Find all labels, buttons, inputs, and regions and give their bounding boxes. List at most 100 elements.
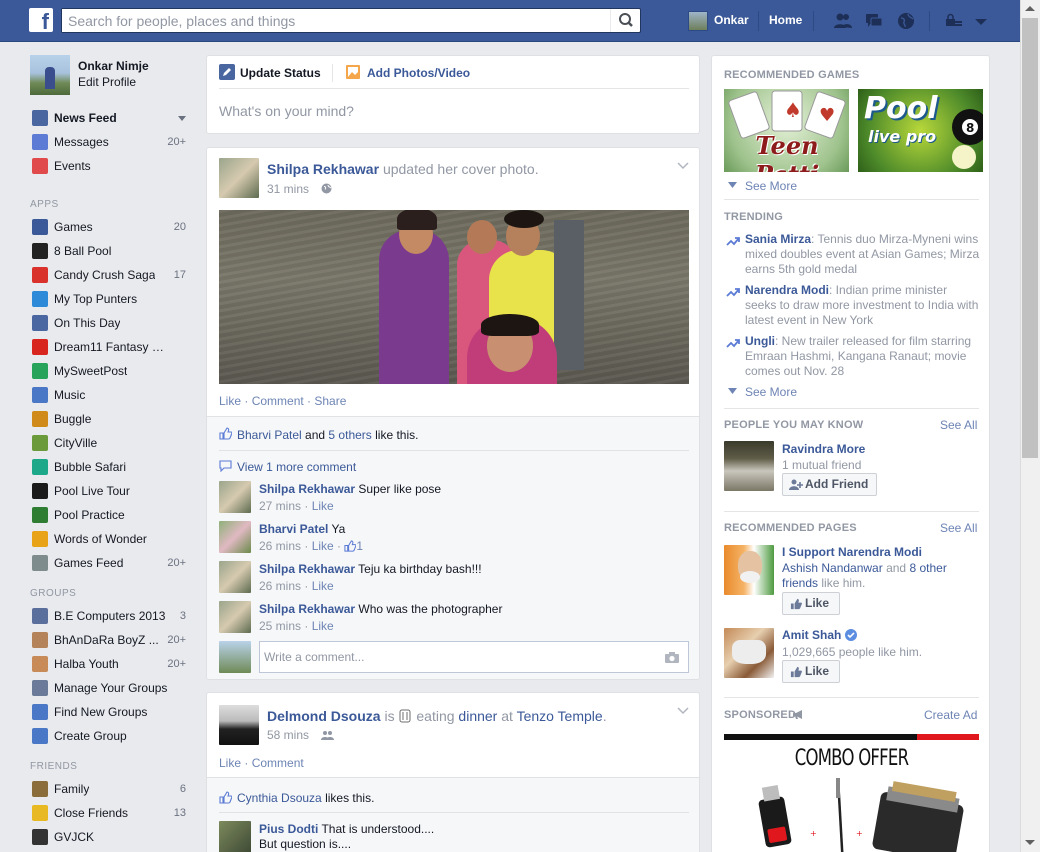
comment-timestamp[interactable]: 25 mins [259,619,301,633]
commenter-name[interactable]: Shilpa Rekhawar [259,482,355,496]
commenter-avatar[interactable] [219,561,251,593]
see-all-people-link[interactable]: See All [940,418,977,432]
pool-live-pro-game-tile[interactable]: Pool live pro 8 [858,89,983,172]
liker-name[interactable]: Cynthia Dsouza [237,791,322,805]
sidebar-item[interactable]: Candy Crush Saga 17 [30,265,190,285]
sidebar-item[interactable]: Family 6 [30,779,190,799]
story-timestamp[interactable]: 58 mins [267,728,309,742]
sidebar-item[interactable]: Events [30,156,190,176]
author-name[interactable]: Shilpa Rekhawar [267,161,379,177]
trending-topic[interactable]: Sania Mirza [745,232,811,246]
comment-timestamp[interactable]: 27 mins [259,499,301,513]
profile-link[interactable]: Onkar [714,13,749,27]
commenter-avatar[interactable] [219,601,251,633]
news-feed-options-arrow-icon[interactable] [178,116,186,121]
page-name[interactable]: I Support Narendra Modi [782,545,922,559]
scroll-down-arrow[interactable] [1025,840,1035,845]
share-link[interactable]: Share [314,394,346,408]
comment-like-link[interactable]: Like [312,619,334,633]
settings-dropdown-icon[interactable] [971,11,991,31]
scrollbar-thumb[interactable] [1022,18,1038,458]
suggested-friend-name[interactable]: Ravindra More [782,442,865,456]
sponsored-ad-image[interactable]: COMBO OFFER + + [724,734,979,852]
like-link[interactable]: Like [219,756,241,770]
scroll-up-arrow[interactable] [1025,6,1035,11]
comment-link[interactable]: Comment [252,756,304,770]
cover-photo[interactable] [219,210,689,384]
see-all-pages-link[interactable]: See All [940,521,977,535]
comment-like-link[interactable]: Like [312,499,334,513]
add-photos-tab[interactable]: Add Photos/Video [367,66,470,80]
facebook-logo[interactable]: f [29,8,53,32]
sidebar-item[interactable]: Create Group [30,726,190,746]
like-link[interactable]: Like [219,394,241,408]
notifications-globe-icon[interactable] [896,11,916,31]
like-page-button[interactable]: Like [782,660,840,683]
page-friend-name[interactable]: Ashish Nandanwar [782,561,883,575]
messages-icon[interactable] [864,11,884,31]
sidebar-item[interactable]: On This Day [30,313,190,333]
user-avatar[interactable] [688,11,708,31]
create-ad-link[interactable]: Create Ad [924,708,977,722]
sidebar-item[interactable]: 8 Ball Pool [30,241,190,261]
comment-like-count[interactable]: 1 [356,539,363,553]
trending-item[interactable]: Narendra Modi: Indian prime minister see… [745,283,980,328]
commenter-name[interactable]: Shilpa Rekhawar [259,562,355,576]
commenter-name[interactable]: Bharvi Patel [259,522,328,536]
status-input[interactable]: What's on your mind? [219,103,354,119]
commenter-avatar[interactable] [219,521,251,553]
sidebar-item[interactable]: Music [30,385,190,405]
page-avatar[interactable] [724,628,774,678]
sidebar-item[interactable]: Words of Wonder [30,529,190,549]
camera-icon[interactable] [664,651,680,664]
commenter-avatar[interactable] [219,821,251,852]
home-link[interactable]: Home [769,13,802,27]
sidebar-item[interactable]: B.E Computers 2013 3 [30,606,190,626]
friend-requests-icon[interactable] [833,11,853,31]
see-more-games-link[interactable]: See More [745,179,797,193]
story-options-chevron-icon[interactable] [677,707,689,715]
profile-avatar[interactable] [30,55,70,95]
story-dinner[interactable]: dinner [458,708,497,724]
write-comment-input[interactable]: Write a comment... [259,641,689,673]
comment-like-link[interactable]: Like [312,539,334,553]
mutual-friends-count[interactable]: 1 mutual friend [782,458,861,472]
like-page-button[interactable]: Like [782,592,840,615]
story-timestamp[interactable]: 31 mins [267,182,309,196]
suggested-friend-avatar[interactable] [724,441,774,491]
sidebar-item[interactable]: News Feed [30,108,190,128]
commenter-name[interactable]: Pius Dodti [259,822,318,836]
sidebar-item[interactable]: Bubble Safari [30,457,190,477]
comment-link[interactable]: Comment [252,394,304,408]
comment-timestamp[interactable]: 26 mins [259,539,301,553]
sidebar-item[interactable]: MySweetPost [30,361,190,381]
sidebar-item[interactable]: Buggle [30,409,190,429]
trending-topic[interactable]: Ungli [745,334,775,348]
teen-patti-game-tile[interactable]: ♠ ♥ Teen Patti [724,89,849,172]
comment-like-link[interactable]: Like [312,579,334,593]
story-place-link[interactable]: Tenzo Temple [517,708,603,724]
edit-profile-link[interactable]: Edit Profile [78,75,136,89]
search-input[interactable] [62,9,602,32]
sidebar-item[interactable]: Find New Groups [30,702,190,722]
page-avatar[interactable] [724,545,774,595]
author-avatar[interactable] [219,158,259,198]
commenter-avatar[interactable] [219,481,251,513]
sidebar-item[interactable]: CityVille [30,433,190,453]
update-status-tab[interactable]: Update Status [240,66,321,80]
add-friend-button[interactable]: Add Friend [782,473,877,496]
sidebar-item[interactable]: GVJCK [30,827,190,847]
sidebar-item[interactable]: Games Feed 20+ [30,553,190,573]
see-more-trending-link[interactable]: See More [745,385,797,399]
sidebar-item[interactable]: Messages 20+ [30,132,190,152]
commenter-name[interactable]: Shilpa Rekhawar [259,602,355,616]
sidebar-item[interactable]: My Top Punters [30,289,190,309]
author-avatar[interactable] [219,705,259,745]
author-name[interactable]: Delmond Dsouza [267,708,381,724]
sidebar-item[interactable]: Halba Youth 20+ [30,654,190,674]
page-name[interactable]: Amit Shah [782,628,841,642]
view-more-comments-link[interactable]: View 1 more comment [237,460,356,474]
profile-name[interactable]: Onkar Nimje [78,59,149,73]
trending-item[interactable]: Ungli: New trailer released for film sta… [745,334,980,379]
trending-topic[interactable]: Narendra Modi [745,283,829,297]
